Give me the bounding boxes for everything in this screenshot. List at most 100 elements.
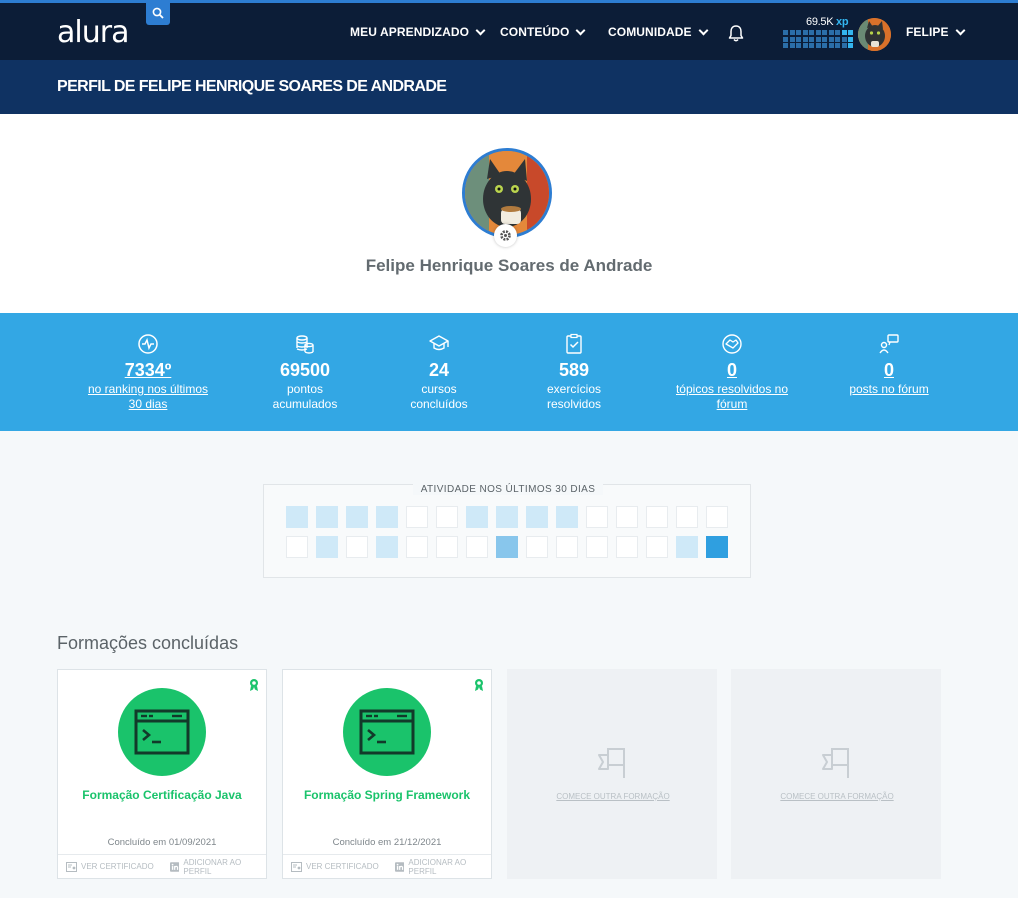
xp-level-cell [828, 30, 834, 35]
xp-level-cell [822, 30, 827, 35]
activity-day-cell [646, 536, 668, 558]
user-avatar[interactable] [858, 18, 891, 51]
nav-item-label: MEU APRENDIZADO [350, 25, 470, 39]
formacao-date: Concluído em 21/12/2021 [332, 837, 442, 848]
activity-day-cell [436, 536, 458, 558]
empty-formacao-card[interactable]: COMECE OUTRA FORMAÇÃO [507, 669, 717, 879]
nav-meu-aprendizado[interactable]: MEU APRENDIZADO [350, 25, 486, 39]
xp-level-cell [802, 30, 808, 35]
formacao-title[interactable]: Formação Certificação Java [58, 788, 266, 802]
linkedin-icon [170, 861, 180, 872]
ver-certificado-label: VER CERTIFICADO [81, 862, 154, 871]
xp-level-grid [783, 30, 853, 48]
adicionar-perfil-link[interactable]: ADICIONAR AO PERFIL [162, 858, 266, 876]
terminal-window-icon [134, 709, 190, 755]
nav-item-label: COMUNIDADE [608, 25, 692, 39]
terminal-window-icon [359, 709, 415, 755]
xp-level-cell [789, 43, 795, 48]
xp-level-cell [841, 43, 847, 48]
xp-level-cell [783, 43, 788, 48]
activity-day-cell [466, 506, 488, 528]
stat-label: posts no fórum [849, 382, 929, 396]
xp-level-cell [796, 36, 801, 42]
activity-day-cell [376, 506, 398, 528]
formacao-title[interactable]: Formação Spring Framework [283, 788, 491, 802]
activity-day-cell [316, 536, 338, 558]
comece-outra-formacao-link[interactable]: COMECE OUTRA FORMAÇÃO [732, 792, 942, 801]
ver-certificado-link[interactable]: VER CERTIFICADO [283, 861, 387, 872]
ver-certificado-link[interactable]: VER CERTIFICADO [58, 861, 162, 872]
section-title-formacoes: Formações concluídas [57, 633, 239, 653]
stat-label: pontos acumulados [272, 382, 338, 411]
xp-level-cell [809, 30, 814, 35]
stat-value: 589 [558, 360, 590, 380]
activity-day-cell [376, 536, 398, 558]
nav-comunidade[interactable]: COMUNIDADE [608, 25, 709, 39]
formacao-card[interactable]: Formação Certificação Java Concluído em … [57, 669, 267, 879]
activity-day-cell [706, 506, 728, 528]
page-title: PERFIL DE FELIPE HENRIQUE SOARES DE ANDR… [57, 78, 447, 95]
xp-level-cell [835, 43, 840, 48]
activity-day-cell [616, 506, 638, 528]
user-menu[interactable]: FELIPE [906, 25, 966, 39]
certificate-icon [66, 861, 77, 872]
activity-day-cell [496, 536, 518, 558]
stats-bar: 7334º no ranking nos últimos 30 dias 695… [0, 313, 1018, 431]
xp-level-cell [796, 30, 801, 35]
nav-item-label: CONTEÚDO [500, 25, 570, 39]
xp-level-cell [828, 43, 834, 48]
xp-level-cell [809, 36, 814, 42]
stat-ranking[interactable]: 7334º no ranking nos últimos 30 dias [82, 333, 214, 412]
cat-avatar-image [465, 151, 549, 235]
activity-day-cell [526, 536, 548, 558]
award-badge-icon [250, 679, 258, 691]
chevron-down-icon [698, 25, 709, 35]
empty-formacao-card[interactable]: COMECE OUTRA FORMAÇÃO [731, 669, 941, 879]
activity-day-cell [586, 506, 608, 528]
stat-exercicios: 589 exercícios resolvidos [532, 333, 616, 412]
activity-day-cell [586, 536, 608, 558]
stat-posts-forum[interactable]: 0 posts no fórum [842, 333, 936, 397]
forum-post-icon [879, 334, 899, 354]
xp-value: 69.5K [806, 16, 834, 28]
profile-header: Felipe Henrique Soares de Andrade [0, 114, 1018, 313]
stat-value: 24 [428, 360, 450, 380]
adicionar-perfil-link[interactable]: ADICIONAR AO PERFIL [387, 858, 491, 876]
stat-value: 69500 [279, 360, 331, 380]
formacao-card[interactable]: Formação Spring Framework Concluído em 2… [282, 669, 492, 879]
chevron-down-icon [475, 25, 486, 35]
xp-level-cell [815, 36, 821, 42]
xp-level-cell [802, 36, 808, 42]
profile-name: Felipe Henrique Soares de Andrade [365, 256, 653, 275]
stat-value: 7334º [124, 360, 172, 380]
activity-title-text: ATIVIDADE NOS ÚLTIMOS 30 DIAS [412, 484, 604, 495]
stat-cursos: 24 cursos concluídos [400, 333, 478, 412]
alura-logo[interactable]: alura [57, 15, 129, 50]
notifications-button[interactable] [727, 24, 745, 48]
clipboard-check-icon [566, 333, 582, 354]
xp-indicator[interactable]: 69.5K xp [806, 16, 849, 28]
profile-settings-button[interactable] [494, 224, 517, 247]
activity-day-cell [646, 506, 668, 528]
xp-level-cell [828, 36, 834, 42]
search-icon [152, 7, 164, 19]
formacao-icon-circle [118, 688, 206, 776]
chevron-down-icon [955, 25, 966, 35]
flag-icon [822, 748, 849, 778]
search-button[interactable] [146, 0, 170, 25]
activity-day-cell [556, 536, 578, 558]
user-name-label: FELIPE [906, 25, 949, 39]
activity-day-cell [676, 536, 698, 558]
activity-day-cell [436, 506, 458, 528]
xp-level-cell [789, 30, 795, 35]
stat-label: cursos concluídos [410, 382, 468, 411]
activity-day-cell [556, 506, 578, 528]
comece-outra-formacao-link[interactable]: COMECE OUTRA FORMAÇÃO [508, 792, 718, 801]
stat-topicos-resolvidos[interactable]: 0 tópicos resolvidos no fórum [666, 333, 798, 412]
activity-day-cell [676, 506, 698, 528]
xp-level-cell [841, 36, 847, 42]
chevron-down-icon [576, 25, 586, 35]
nav-conteudo[interactable]: CONTEÚDO [500, 25, 586, 39]
xp-level-cell [796, 43, 801, 48]
award-badge-icon [475, 679, 483, 691]
